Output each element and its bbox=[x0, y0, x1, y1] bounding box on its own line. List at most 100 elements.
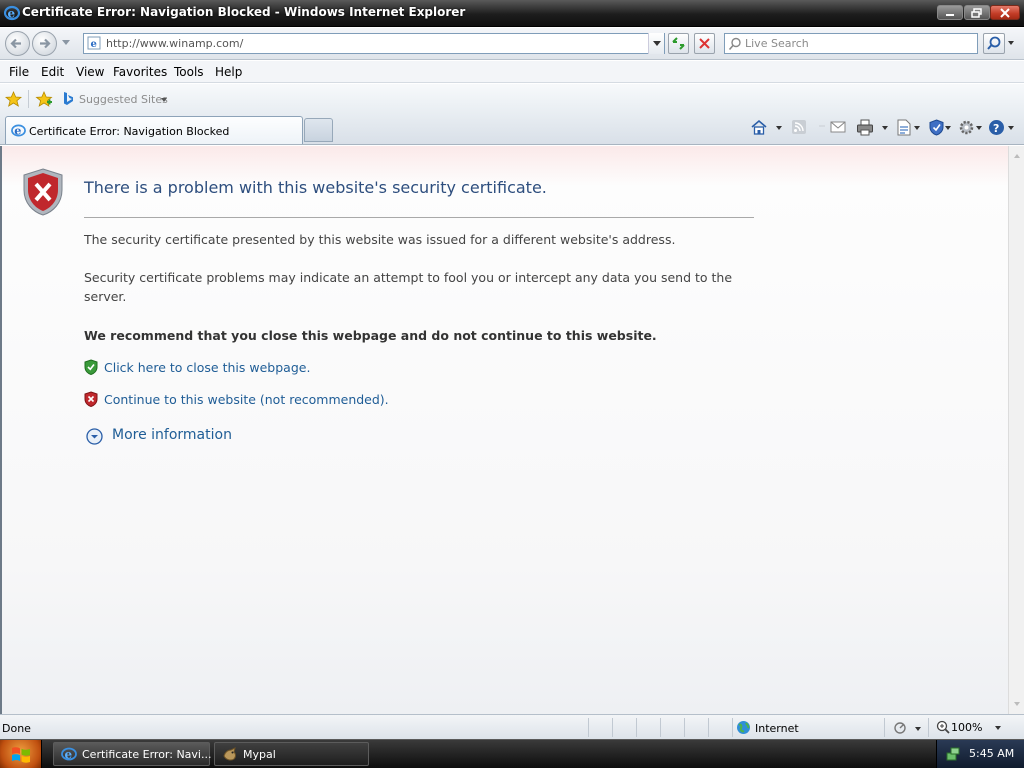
forward-button[interactable] bbox=[32, 31, 57, 56]
stop-icon bbox=[699, 38, 710, 49]
svg-text:e: e bbox=[8, 7, 16, 21]
tools-gear-icon[interactable] bbox=[958, 119, 975, 136]
back-arrow-icon bbox=[10, 38, 21, 49]
minimize-button[interactable] bbox=[937, 5, 963, 20]
mail-icon[interactable] bbox=[830, 119, 846, 135]
zoom-level[interactable]: 100% bbox=[951, 721, 982, 734]
search-button[interactable] bbox=[983, 33, 1005, 54]
close-window-button[interactable] bbox=[990, 5, 1020, 20]
svg-text:e: e bbox=[14, 124, 21, 138]
scroll-down-icon[interactable] bbox=[1011, 698, 1023, 710]
help-icon[interactable]: ? bbox=[988, 119, 1005, 136]
menu-bar: File Edit View Favorites Tools Help bbox=[0, 61, 1024, 83]
security-zone-label[interactable]: Internet bbox=[755, 722, 799, 735]
search-options-dropdown[interactable] bbox=[1008, 41, 1014, 45]
safety-dropdown[interactable] bbox=[945, 126, 951, 130]
suggested-sites-link[interactable]: Suggested Sites bbox=[79, 93, 168, 106]
red-shield-icon bbox=[84, 391, 98, 407]
scroll-up-icon[interactable] bbox=[1011, 150, 1023, 162]
status-separator bbox=[928, 718, 929, 737]
close-webpage-label[interactable]: Click here to close this webpage. bbox=[104, 360, 310, 375]
add-to-favorites-icon[interactable] bbox=[35, 91, 53, 108]
url-text: http://www.winamp.com/ bbox=[106, 37, 244, 50]
restore-button[interactable] bbox=[964, 5, 990, 20]
status-separator bbox=[588, 718, 589, 737]
menu-tools[interactable]: Tools bbox=[174, 65, 204, 79]
safety-shield-icon[interactable] bbox=[928, 119, 945, 136]
ie-logo-icon: e bbox=[4, 5, 20, 21]
svg-text:e: e bbox=[65, 748, 73, 762]
restore-icon bbox=[971, 7, 982, 18]
feeds-icon[interactable] bbox=[791, 119, 807, 135]
taskbar-item-mypal[interactable]: Mypal bbox=[214, 742, 369, 766]
bing-logo-icon bbox=[64, 92, 73, 105]
certificate-explanation: The security certificate presented by th… bbox=[84, 232, 676, 247]
back-button[interactable] bbox=[5, 31, 30, 56]
vertical-scrollbar[interactable] bbox=[1008, 146, 1024, 714]
continue-website-label[interactable]: Continue to this website (not recommende… bbox=[104, 392, 389, 407]
svg-text:?: ? bbox=[993, 122, 999, 135]
minimize-icon bbox=[946, 13, 954, 16]
status-separator bbox=[660, 718, 661, 737]
title-divider bbox=[84, 217, 754, 218]
refresh-icon bbox=[672, 37, 685, 50]
tools-dropdown[interactable] bbox=[976, 126, 982, 130]
ie-tab-icon: e bbox=[11, 124, 26, 138]
address-toolbar: e http://www.winamp.com/ Live Search bbox=[0, 28, 1024, 60]
network-icon[interactable] bbox=[945, 746, 961, 762]
page-menu-icon[interactable] bbox=[896, 119, 912, 136]
feeds-dropdown-icon bbox=[819, 125, 825, 127]
taskbar: e Certificate Error: Navi... Mypal 5:45 … bbox=[0, 739, 1024, 768]
menu-help[interactable]: Help bbox=[215, 65, 242, 79]
zoom-dropdown[interactable] bbox=[995, 726, 1001, 730]
tab-label: Certificate Error: Navigation Blocked bbox=[29, 125, 230, 138]
page-icon: e bbox=[87, 36, 101, 50]
forward-arrow-icon bbox=[40, 38, 51, 49]
search-icon bbox=[728, 37, 741, 51]
suggested-sites-dropdown[interactable] bbox=[161, 98, 167, 102]
menu-edit[interactable]: Edit bbox=[41, 65, 64, 79]
taskbar-item-ie[interactable]: e Certificate Error: Navi... bbox=[53, 742, 211, 766]
close-icon bbox=[1000, 7, 1010, 18]
page-dropdown[interactable] bbox=[914, 126, 920, 130]
print-dropdown[interactable] bbox=[882, 126, 888, 130]
status-separator bbox=[636, 718, 637, 737]
menu-view[interactable]: View bbox=[76, 65, 104, 79]
start-button[interactable] bbox=[0, 740, 42, 768]
green-shield-icon bbox=[84, 359, 98, 375]
favbar-separator bbox=[28, 90, 29, 108]
search-placeholder: Live Search bbox=[745, 37, 809, 50]
address-dropdown-button[interactable] bbox=[648, 33, 664, 54]
svg-text:e: e bbox=[91, 39, 97, 50]
clock[interactable]: 5:45 AM bbox=[969, 747, 1014, 760]
status-separator bbox=[612, 718, 613, 737]
address-field[interactable]: e http://www.winamp.com/ bbox=[83, 33, 665, 54]
internet-globe-icon bbox=[737, 721, 750, 734]
stop-button[interactable] bbox=[694, 33, 715, 54]
security-error-shield-icon bbox=[23, 168, 63, 216]
protected-mode-dropdown[interactable] bbox=[915, 727, 921, 731]
refresh-button[interactable] bbox=[668, 33, 689, 54]
status-separator bbox=[708, 718, 709, 737]
recent-pages-dropdown[interactable] bbox=[62, 40, 70, 45]
home-dropdown[interactable] bbox=[776, 126, 782, 130]
new-tab-button[interactable] bbox=[304, 118, 333, 142]
home-icon[interactable] bbox=[750, 119, 768, 136]
ie-taskbar-icon: e bbox=[61, 748, 77, 762]
zoom-icon[interactable] bbox=[936, 720, 950, 734]
help-dropdown[interactable] bbox=[1008, 126, 1014, 130]
favorites-star-icon[interactable] bbox=[5, 91, 22, 107]
windows-logo-icon bbox=[12, 747, 30, 763]
more-information-label[interactable]: More information bbox=[112, 427, 232, 443]
page-content: There is a problem with this website's s… bbox=[0, 146, 1008, 714]
status-separator bbox=[732, 718, 733, 737]
protected-mode-icon[interactable] bbox=[892, 721, 908, 735]
tab-certificate-error[interactable]: e Certificate Error: Navigation Blocked bbox=[5, 116, 303, 144]
menu-file[interactable]: File bbox=[9, 65, 29, 79]
print-icon[interactable] bbox=[856, 119, 874, 136]
status-bar: Done Internet 100% bbox=[0, 714, 1024, 739]
menu-favorites[interactable]: Favorites bbox=[113, 65, 167, 79]
tab-row: e Certificate Error: Navigation Blocked … bbox=[0, 114, 1024, 145]
search-input[interactable]: Live Search bbox=[724, 33, 978, 54]
status-separator bbox=[884, 718, 885, 737]
